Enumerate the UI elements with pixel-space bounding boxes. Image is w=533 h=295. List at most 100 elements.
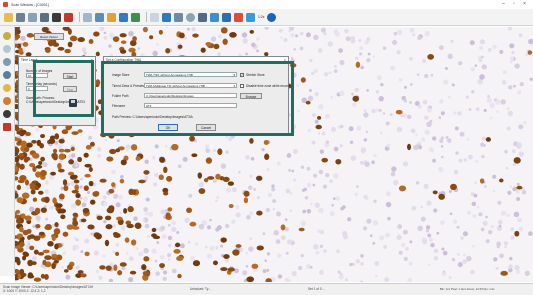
pale-cell [320,27,326,33]
stained-nucleus [88,167,93,173]
save-disk-icon[interactable] [69,99,77,107]
stretch-checkbox[interactable]: ✓ [240,72,244,77]
stained-nucleus [16,197,24,204]
lightbulb-icon[interactable] [3,84,11,92]
arrow-right-icon[interactable] [210,12,219,22]
palette-icon[interactable] [234,12,243,22]
folder-input[interactable]: C:\Users\aperiodor\Desktop\Images [144,93,237,98]
pale-cell [492,174,497,179]
pale-cell [424,73,429,79]
stamp-icon[interactable] [3,97,11,105]
stained-nucleus [228,203,234,209]
stained-nucleus [42,259,47,266]
pale-cell [215,227,220,232]
pale-cell [484,185,487,188]
pale-cell [285,251,289,255]
info-icon[interactable] [267,12,277,22]
circle-icon[interactable] [186,12,195,22]
pale-cell [44,189,49,194]
reset-viewer-tab[interactable]: Reset Viewer [34,33,64,40]
pale-cell [524,270,530,277]
pale-cell [417,141,422,145]
pale-cell [462,259,467,264]
delay-input[interactable]: 0 [26,86,48,91]
pale-cell [339,90,345,97]
layers-icon[interactable] [52,12,61,22]
pale-cell [500,210,506,216]
disable-label: Disable time zone while recording [246,84,294,88]
chart-icon[interactable] [83,12,92,22]
pale-cell [406,114,412,120]
start-button[interactable]: Start [63,73,77,79]
crosshair-icon[interactable] [150,12,159,22]
close-window-button[interactable]: × [523,1,526,7]
lens-icon[interactable] [3,71,11,79]
zoom-fit-icon[interactable] [246,12,255,22]
maximize-button[interactable]: ▫ [513,1,515,7]
image-icon[interactable] [95,12,104,22]
zoom-out-icon[interactable] [174,12,183,22]
stained-nucleus [70,146,75,152]
pale-cell [468,108,472,111]
stained-nucleus [249,30,254,34]
pale-cell [389,113,393,116]
lasso-icon[interactable] [3,58,11,66]
save-icon[interactable] [16,12,25,22]
stained-nucleus [123,207,128,214]
stained-nucleus [42,249,50,254]
pale-cell [443,79,449,85]
open-icon[interactable] [4,12,13,22]
stained-nucleus [84,173,91,178]
pale-cell [323,72,329,77]
disable-checkbox[interactable] [240,83,244,88]
pale-cell [112,250,116,254]
stained-nucleus [58,148,65,153]
stained-nucleus [395,109,403,115]
pale-cell [65,274,71,280]
pale-cell [231,187,237,193]
pale-cell [311,113,316,118]
pale-cell [518,226,524,232]
pale-cell [300,165,305,169]
ok-button[interactable]: OK [158,124,178,131]
pale-cell [265,207,271,213]
drop-icon[interactable] [3,110,11,118]
table-icon[interactable] [119,12,128,22]
stained-nucleus [249,138,254,144]
stained-nucleus [178,32,185,39]
brush-icon[interactable] [3,45,11,53]
target-icon[interactable] [222,12,231,22]
shapes-icon[interactable] [198,12,207,22]
camera-icon[interactable] [64,12,73,22]
pale-cell [503,241,509,246]
snapshot-icon[interactable] [28,12,37,22]
stained-nucleus [60,214,66,220]
arrow-icon[interactable] [131,12,140,22]
stained-nucleus [58,153,66,160]
pale-cell [147,211,154,217]
stop-button[interactable]: Stop [63,86,77,92]
stained-nucleus [335,158,342,165]
pencil-icon[interactable] [3,32,11,40]
pale-cell [351,262,355,266]
image-store-select[interactable]: TWA TIFF without Annotations (Tiff) [144,72,237,77]
pale-cell [61,266,64,269]
delete-icon[interactable] [3,123,11,131]
pale-cell [330,126,337,133]
filename-input[interactable]: AT3 [144,103,237,108]
pale-cell [70,203,77,209]
zoom-in-icon[interactable] [162,12,171,22]
cancel-button[interactable]: Cancel [196,124,216,131]
grid-icon[interactable] [40,12,49,22]
close-icon[interactable]: × [91,57,93,63]
minimize-button[interactable]: – [502,1,505,7]
ruler-icon[interactable] [107,12,116,22]
browse-button[interactable]: Browse [240,92,262,99]
images-input[interactable]: 10 [26,73,48,78]
format-select[interactable]: TWA Multipage TIF without Annotations (T… [144,83,237,88]
close-icon[interactable]: × [284,57,286,63]
pale-cell [363,138,368,142]
stained-nucleus [104,215,112,221]
pale-cell [75,238,79,242]
pale-cell [430,242,435,248]
